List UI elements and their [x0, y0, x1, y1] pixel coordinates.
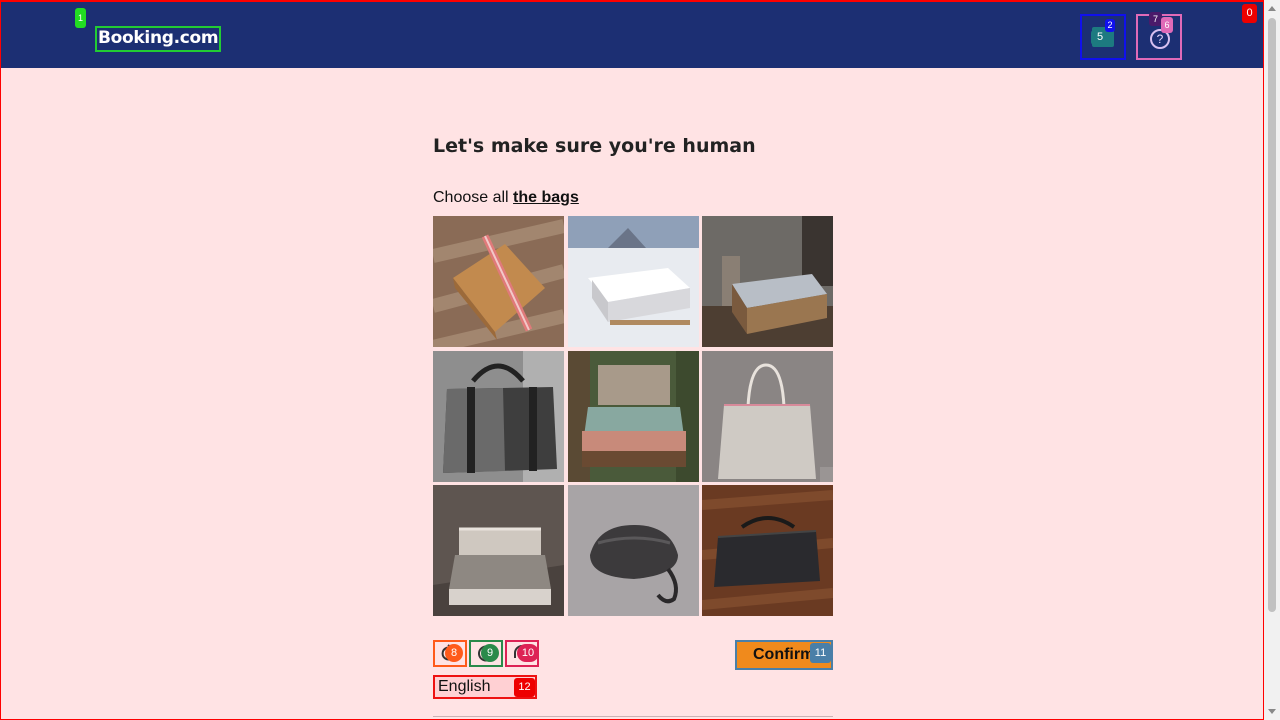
marker-2: 2 — [1105, 19, 1115, 32]
instruction-target: the bags — [513, 189, 579, 206]
captcha-tile-duffel-bag[interactable] — [433, 351, 564, 482]
scroll-down-icon[interactable] — [1268, 709, 1276, 714]
marker-11: 11 — [810, 643, 831, 663]
marker-9: 9 — [481, 644, 499, 662]
captcha-tile-bed-forest[interactable] — [702, 216, 833, 347]
captcha-tile-gray-pouch[interactable] — [568, 485, 699, 616]
top-header: Booking.com ? — [1, 2, 1264, 68]
captcha-tile-bed-in-snow[interactable] — [568, 216, 699, 347]
captcha-title: Let's make sure you're human — [433, 135, 756, 157]
marker-8: 8 — [445, 644, 463, 662]
marker-6: 6 — [1161, 17, 1173, 33]
captcha-tile-bed-in-woods[interactable] — [568, 351, 699, 482]
footer-divider — [433, 716, 833, 717]
marker-12: 12 — [514, 678, 535, 697]
marker-5: 5 — [1091, 30, 1109, 45]
page-scrollbar[interactable] — [1264, 0, 1280, 720]
captcha-tile-paper-bag[interactable] — [433, 216, 564, 347]
scroll-thumb[interactable] — [1268, 18, 1276, 612]
marker-10: 10 — [517, 644, 539, 662]
booking-logo[interactable]: Booking.com — [95, 26, 222, 52]
instruction-prefix: Choose all — [433, 189, 514, 206]
captcha-tile-dark-bag-on-floor[interactable] — [702, 485, 833, 616]
scroll-up-icon[interactable] — [1268, 6, 1276, 11]
captcha-image-grid — [433, 216, 833, 616]
captcha-tile-tote-bag[interactable] — [702, 351, 833, 482]
captcha-tile-bed-frame[interactable] — [433, 485, 564, 616]
captcha-instruction: Choose all the bags — [433, 188, 579, 208]
marker-1: 1 — [75, 8, 86, 28]
marker-0: 0 — [1242, 4, 1257, 23]
